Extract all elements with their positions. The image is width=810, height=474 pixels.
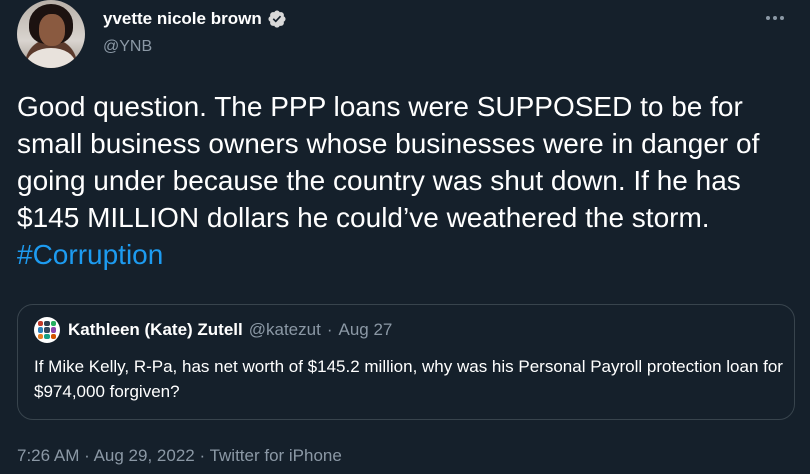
quoted-handle[interactable]: @katezut: [249, 320, 321, 340]
hashtag-link[interactable]: #Corruption: [17, 239, 163, 270]
verified-badge-icon: [268, 10, 286, 28]
author-name-row[interactable]: yvette nicole brown: [103, 9, 287, 29]
footer-separator: ·: [199, 446, 206, 465]
more-options-button[interactable]: [760, 8, 790, 28]
tweet: yvette nicole brown @YNB Good question. …: [0, 0, 810, 474]
tweet-footer: 7:26 AM · Aug 29, 2022 · Twitter for iPh…: [17, 446, 342, 466]
quoted-tweet[interactable]: Kathleen (Kate) Zutell @katezut · Aug 27…: [17, 304, 795, 420]
quoted-date[interactable]: Aug 27: [339, 320, 393, 340]
more-horizontal-icon-dot: [773, 16, 777, 20]
avatar-body: [27, 48, 75, 68]
more-horizontal-icon-dot: [780, 16, 784, 20]
quoted-separator: ·: [326, 320, 333, 339]
quoted-author-avatar[interactable]: [34, 317, 60, 343]
tweet-text: Good question. The PPP loans were SUPPOS…: [17, 88, 797, 273]
footer-separator: ·: [84, 446, 90, 465]
quoted-text: If Mike Kelly, R-Pa, has net worth of $1…: [34, 357, 783, 401]
author-avatar[interactable]: [17, 0, 85, 68]
tweet-source[interactable]: Twitter for iPhone: [210, 446, 342, 465]
tweet-time[interactable]: 7:26 AM: [17, 446, 79, 465]
quoted-display-name[interactable]: Kathleen (Kate) Zutell: [68, 320, 243, 340]
more-horizontal-icon-dot: [766, 16, 770, 20]
quoted-header: Kathleen (Kate) Zutell @katezut · Aug 27: [68, 320, 392, 340]
tweet-date[interactable]: Aug 29, 2022: [94, 446, 195, 465]
avatar-face: [39, 14, 65, 46]
tweet-body: Good question. The PPP loans were SUPPOS…: [17, 91, 760, 233]
author-handle[interactable]: @YNB: [103, 38, 152, 56]
author-display-name[interactable]: yvette nicole brown: [103, 9, 262, 29]
